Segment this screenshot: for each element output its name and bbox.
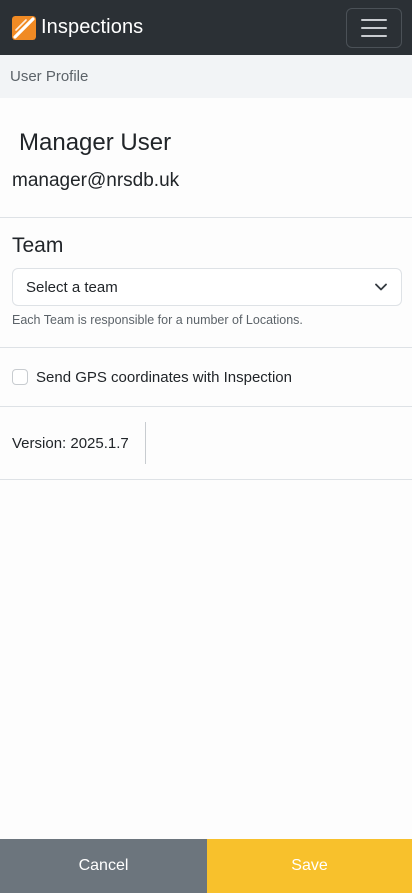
hamburger-menu-icon xyxy=(361,18,387,37)
footer-actions: Cancel Save xyxy=(0,839,412,893)
menu-toggle-button[interactable] xyxy=(346,7,402,48)
breadcrumb: User Profile xyxy=(0,55,412,98)
team-select-value: Select a team xyxy=(26,278,118,296)
breadcrumb-label: User Profile xyxy=(10,68,89,85)
top-navbar: Inspections xyxy=(0,0,412,55)
gps-checkbox[interactable] xyxy=(12,369,28,385)
gps-section: Send GPS coordinates with Inspection xyxy=(0,348,412,407)
version-section: Version: 2025.1.7 xyxy=(0,407,412,480)
team-select[interactable]: Select a team xyxy=(12,268,402,306)
user-email: manager@nrsdb.uk xyxy=(12,170,180,191)
app-title: Inspections xyxy=(41,16,144,38)
version-divider xyxy=(144,422,146,464)
chevron-down-icon xyxy=(375,283,387,291)
user-name: Manager User xyxy=(19,129,172,156)
save-button[interactable]: Save xyxy=(207,839,412,893)
cancel-button[interactable]: Cancel xyxy=(0,839,207,893)
gps-checkbox-label[interactable]: Send GPS coordinates with Inspection xyxy=(36,369,292,386)
version-text: Version: 2025.1.7 xyxy=(12,434,129,452)
team-help-text: Each Team is responsible for a number of… xyxy=(12,313,303,327)
team-section: Team Select a team Each Team is responsi… xyxy=(0,218,412,348)
team-label: Team xyxy=(12,234,64,257)
inspections-logo-icon xyxy=(12,15,36,40)
profile-section: Manager User manager@nrsdb.uk xyxy=(0,98,412,218)
brand[interactable]: Inspections xyxy=(12,15,144,40)
